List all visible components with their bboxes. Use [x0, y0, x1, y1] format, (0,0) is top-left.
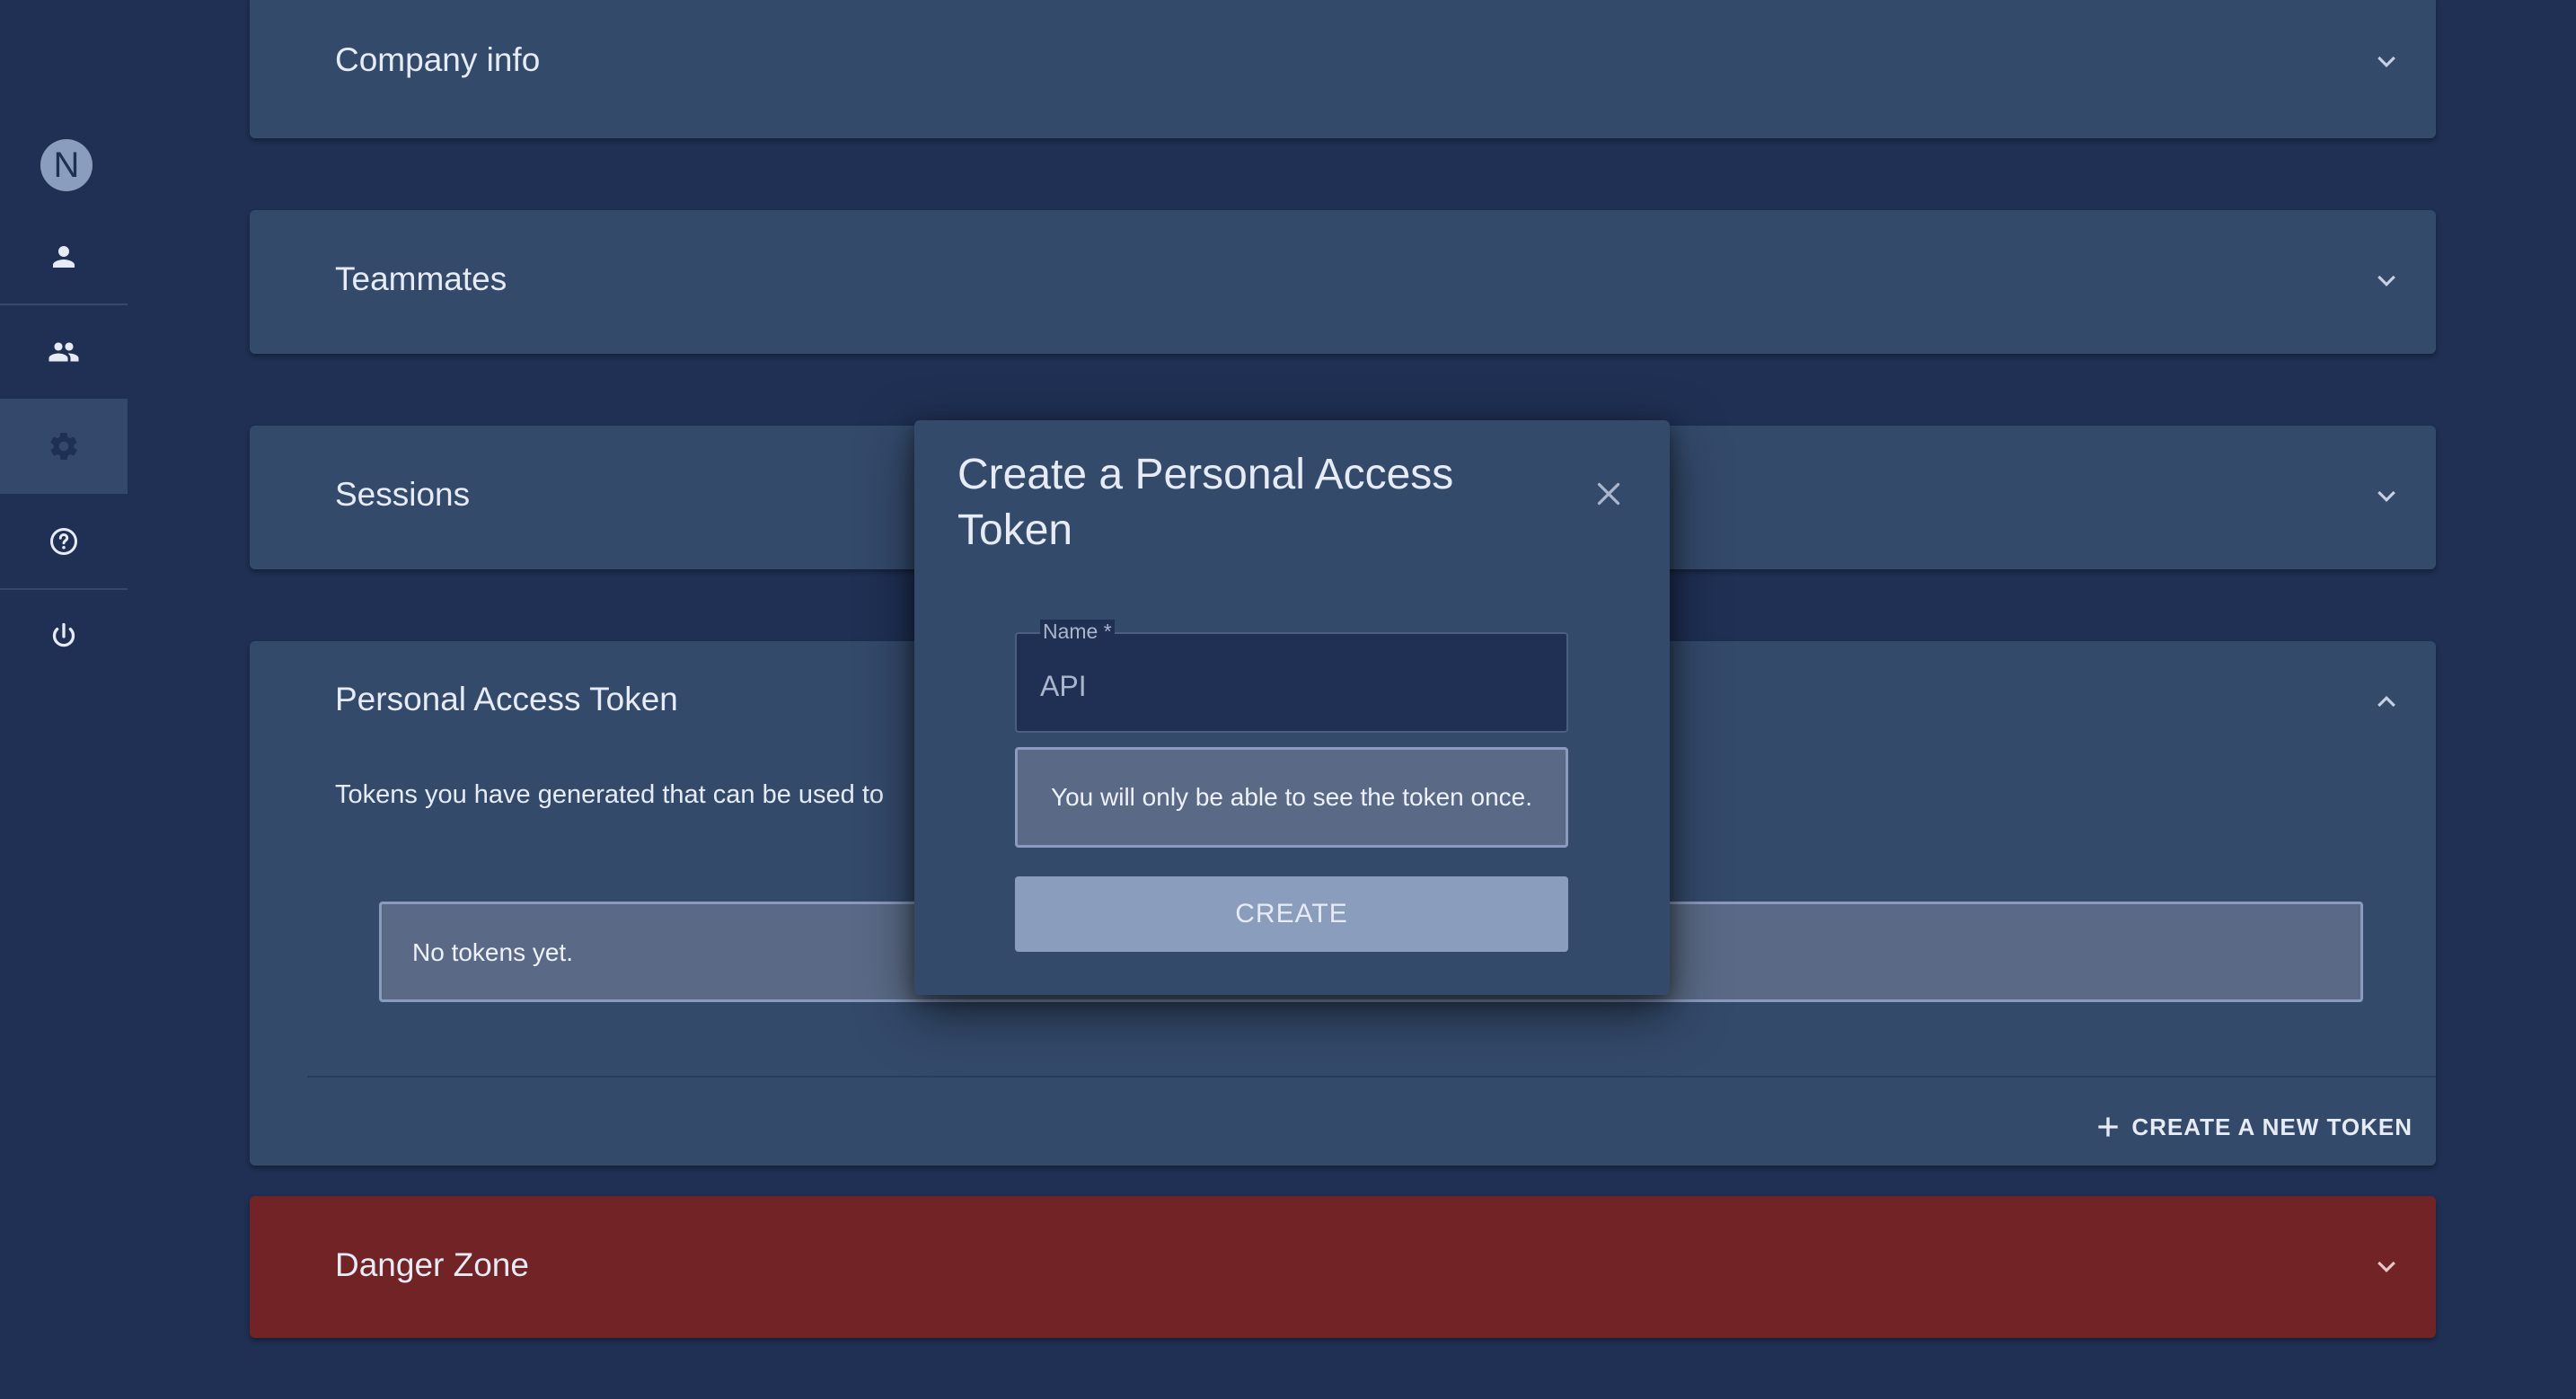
person-icon: [53, 246, 75, 268]
settings-page: N Company info Teammates Sessions Person…: [0, 0, 2576, 1399]
company-info-panel[interactable]: Company info: [250, 0, 2436, 138]
empty-tokens-text: No tokens yet.: [412, 938, 573, 966]
token-notice: You will only be able to see the token o…: [1015, 747, 1568, 848]
panel-title: Danger Zone: [335, 1246, 529, 1283]
panel-title: Sessions: [335, 476, 471, 513]
create-new-token-label: CREATE A NEW TOKEN: [2131, 1113, 2413, 1140]
chevron-down-icon[interactable]: [2373, 268, 2400, 295]
panel-title: Company info: [335, 41, 541, 78]
dialog-title: Create a Personal Access Token: [957, 451, 1454, 554]
panel-divider: [307, 1076, 2436, 1078]
create-button[interactable]: CREATE: [1015, 876, 1568, 952]
name-input[interactable]: [1040, 670, 1543, 703]
plus-icon: [2098, 1117, 2118, 1137]
name-field-label: Name *: [1040, 620, 1115, 644]
chevron-down-icon[interactable]: [2373, 48, 2400, 75]
sidebar-item-team[interactable]: [0, 304, 128, 400]
chevron-down-icon[interactable]: [2373, 483, 2400, 510]
sidebar: N: [0, 0, 128, 1399]
pat-description: Tokens you have generated that can be us…: [335, 780, 885, 809]
create-token-dialog: Create a Personal Access Token Name * Yo…: [914, 420, 1670, 995]
name-field[interactable]: Name *: [1015, 620, 1568, 733]
chevron-up-icon[interactable]: [2373, 688, 2400, 715]
danger-zone-panel[interactable]: Danger Zone: [250, 1196, 2436, 1338]
sidebar-item-logout[interactable]: [0, 589, 128, 684]
avatar[interactable]: N: [40, 139, 93, 191]
power-icon: [52, 622, 75, 647]
help-icon: [50, 528, 77, 555]
create-new-token-button[interactable]: CREATE A NEW TOKEN: [2094, 1113, 2413, 1141]
sidebar-item-profile[interactable]: [0, 209, 128, 304]
gear-icon: [50, 433, 77, 460]
sidebar-item-settings[interactable]: [0, 399, 128, 494]
panel-title: Teammates: [335, 260, 507, 297]
teammates-panel[interactable]: Teammates: [250, 210, 2436, 354]
sidebar-item-help[interactable]: [0, 494, 128, 589]
people-icon: [49, 342, 79, 362]
chevron-down-icon[interactable]: [2373, 1254, 2400, 1280]
close-icon[interactable]: [1592, 478, 1625, 510]
panel-title[interactable]: Personal Access Token: [335, 681, 678, 718]
